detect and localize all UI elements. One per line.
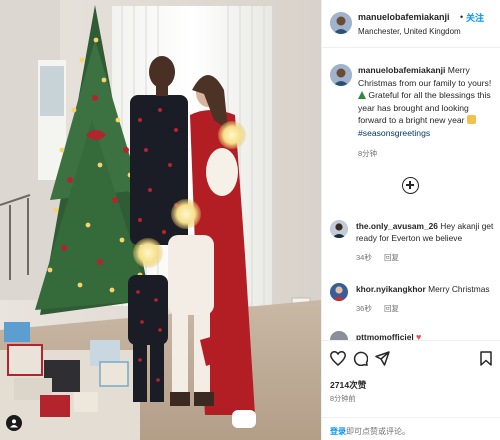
avatar[interactable] bbox=[330, 12, 352, 34]
comment-username[interactable]: the.only_avusam_26 bbox=[356, 221, 438, 231]
login-prompt-text: 登录即可点赞或评论。 bbox=[330, 426, 410, 437]
comment-body: Merry Christmas bbox=[428, 284, 490, 294]
bookmark-icon[interactable] bbox=[480, 351, 492, 371]
comment-text: the.only_avusam_26 Hey akanji get ready … bbox=[356, 220, 496, 244]
comment-time: 36秒 bbox=[356, 304, 372, 313]
post-timestamp: 8分钟前 bbox=[330, 394, 356, 403]
comment-text: khor.nyikangkhor Merry Christmas bbox=[356, 283, 496, 295]
caption-time: 8分钟 bbox=[358, 149, 378, 158]
post-sidebar: manuelobafemiakanji • 关注 Manchester, Uni… bbox=[321, 0, 500, 440]
comment-item: pttmomofficiel ♥ bbox=[322, 331, 500, 340]
share-icon[interactable] bbox=[375, 351, 390, 371]
avatar[interactable] bbox=[330, 220, 348, 238]
comment-text: pttmomofficiel ♥ bbox=[356, 331, 496, 340]
party-icon bbox=[466, 115, 476, 125]
plus-circle-icon[interactable] bbox=[402, 177, 419, 194]
post-photo[interactable] bbox=[0, 0, 321, 440]
caption-username[interactable]: manuelobafemiakanji bbox=[358, 65, 445, 75]
action-bar bbox=[322, 340, 500, 374]
comment-meta: 36秒 回复 bbox=[356, 303, 409, 314]
comment-time: 34秒 bbox=[356, 253, 372, 262]
separator-dot: • bbox=[460, 12, 464, 22]
follow-button[interactable]: 关注 bbox=[466, 11, 484, 24]
hashtag-link[interactable]: #seasonsgreetings bbox=[358, 128, 430, 138]
avatar[interactable] bbox=[330, 64, 352, 86]
comment-meta: 34秒 回复 bbox=[356, 252, 409, 263]
reply-button[interactable]: 回复 bbox=[384, 304, 399, 313]
christmas-tree-icon bbox=[358, 91, 366, 100]
like-count[interactable]: 2714次赞 bbox=[330, 379, 366, 391]
post-header: manuelobafemiakanji • 关注 Manchester, Uni… bbox=[322, 0, 500, 48]
comment-username[interactable]: khor.nyikangkhor bbox=[356, 284, 426, 294]
login-prompt: 登录即可点赞或评论。 bbox=[322, 417, 500, 440]
author-username[interactable]: manuelobafemiakanji bbox=[358, 12, 450, 22]
post-location[interactable]: Manchester, United Kingdom bbox=[358, 27, 461, 36]
family-christmas-photo bbox=[0, 0, 321, 440]
caption-text: manuelobafemiakanji Merry Christmas from… bbox=[358, 64, 496, 140]
user-tag-icon[interactable] bbox=[6, 415, 22, 431]
heart-icon[interactable] bbox=[330, 351, 346, 371]
login-link[interactable]: 登录 bbox=[330, 427, 346, 436]
avatar[interactable] bbox=[330, 283, 348, 301]
reply-button[interactable]: 回复 bbox=[384, 253, 399, 262]
comment-icon[interactable] bbox=[353, 351, 369, 371]
avatar[interactable] bbox=[330, 331, 348, 340]
login-prompt-suffix: 即可点赞或评论。 bbox=[346, 427, 410, 436]
heart-emoji-icon: ♥ bbox=[416, 332, 422, 340]
comment-username[interactable]: pttmomofficiel bbox=[356, 332, 414, 340]
